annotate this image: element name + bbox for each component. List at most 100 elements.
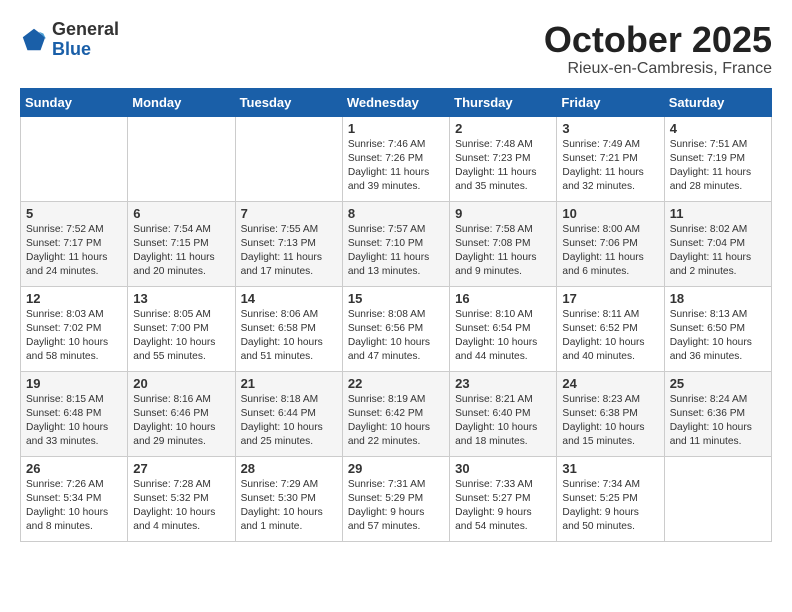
calendar-cell: 3 Sunrise: 7:49 AM Sunset: 7:21 PM Daylig… xyxy=(557,116,664,201)
day-info: Sunrise: 7:51 AM Sunset: 7:19 PM Dayligh… xyxy=(670,138,766,195)
day-number: 31 xyxy=(562,461,658,476)
calendar-table: Sunday Monday Tuesday Wednesday Thursday… xyxy=(20,88,772,542)
calendar-week-3: 12 Sunrise: 8:03 AM Sunset: 7:02 PM Dayli… xyxy=(21,286,772,371)
day-number: 17 xyxy=(562,291,658,306)
day-number: 1 xyxy=(348,121,444,136)
day-info: Sunrise: 7:55 AM Sunset: 7:13 PM Dayligh… xyxy=(241,223,337,280)
day-number: 18 xyxy=(670,291,766,306)
header-monday: Monday xyxy=(128,88,235,116)
day-info: Sunrise: 8:00 AM Sunset: 7:06 PM Dayligh… xyxy=(562,223,658,280)
calendar-cell: 26Sunrise: 7:26 AM Sunset: 5:34 PM Dayli… xyxy=(21,456,128,541)
calendar-cell: 21 Sunrise: 8:18 AM Sunset: 6:44 PM Dayli… xyxy=(235,371,342,456)
calendar-cell: 14Sunrise: 8:06 AM Sunset: 6:58 PM Dayli… xyxy=(235,286,342,371)
day-info: Sunrise: 8:19 AM Sunset: 6:42 PM Dayligh… xyxy=(348,393,444,450)
day-number: 7 xyxy=(241,206,337,221)
day-number: 10 xyxy=(562,206,658,221)
calendar-cell: 16 Sunrise: 8:10 AM Sunset: 6:54 PM Dayli… xyxy=(450,286,557,371)
day-number: 4 xyxy=(670,121,766,136)
calendar-header: Sunday Monday Tuesday Wednesday Thursday… xyxy=(21,88,772,116)
calendar-subtitle: Rieux-en-Cambresis, France xyxy=(544,60,772,78)
day-number: 3 xyxy=(562,121,658,136)
calendar-cell: 8Sunrise: 7:57 AM Sunset: 7:10 PM Daylig… xyxy=(342,201,449,286)
day-info: Sunrise: 7:34 AM Sunset: 5:25 PM Dayligh… xyxy=(562,478,658,535)
calendar-cell xyxy=(235,116,342,201)
day-info: Sunrise: 8:15 AM Sunset: 6:48 PM Dayligh… xyxy=(26,393,122,450)
day-number: 25 xyxy=(670,376,766,391)
day-number: 12 xyxy=(26,291,122,306)
day-info: Sunrise: 8:23 AM Sunset: 6:38 PM Dayligh… xyxy=(562,393,658,450)
calendar-body: 1 Sunrise: 7:46 AM Sunset: 7:26 PM Daylig… xyxy=(21,116,772,541)
calendar-week-1: 1 Sunrise: 7:46 AM Sunset: 7:26 PM Daylig… xyxy=(21,116,772,201)
calendar-cell: 18Sunrise: 8:13 AM Sunset: 6:50 PM Dayli… xyxy=(664,286,771,371)
day-info: Sunrise: 8:05 AM Sunset: 7:00 PM Dayligh… xyxy=(133,308,229,365)
day-info: Sunrise: 7:54 AM Sunset: 7:15 PM Dayligh… xyxy=(133,223,229,280)
day-number: 14 xyxy=(241,291,337,306)
day-info: Sunrise: 7:58 AM Sunset: 7:08 PM Dayligh… xyxy=(455,223,551,280)
day-info: Sunrise: 8:21 AM Sunset: 6:40 PM Dayligh… xyxy=(455,393,551,450)
logo-general-text: General xyxy=(52,20,119,40)
calendar-cell: 20 Sunrise: 8:16 AM Sunset: 6:46 PM Dayli… xyxy=(128,371,235,456)
calendar-cell: 13 Sunrise: 8:05 AM Sunset: 7:00 PM Dayli… xyxy=(128,286,235,371)
day-info: Sunrise: 8:18 AM Sunset: 6:44 PM Dayligh… xyxy=(241,393,337,450)
day-info: Sunrise: 8:08 AM Sunset: 6:56 PM Dayligh… xyxy=(348,308,444,365)
day-number: 26 xyxy=(26,461,122,476)
day-info: Sunrise: 7:46 AM Sunset: 7:26 PM Dayligh… xyxy=(348,138,444,195)
calendar-cell xyxy=(128,116,235,201)
page-header: General Blue October 2025 Rieux-en-Cambr… xyxy=(20,20,772,78)
calendar-cell: 25Sunrise: 8:24 AM Sunset: 6:36 PM Dayli… xyxy=(664,371,771,456)
day-info: Sunrise: 7:52 AM Sunset: 7:17 PM Dayligh… xyxy=(26,223,122,280)
day-info: Sunrise: 8:16 AM Sunset: 6:46 PM Dayligh… xyxy=(133,393,229,450)
calendar-title: October 2025 xyxy=(544,20,772,60)
header-friday: Friday xyxy=(557,88,664,116)
day-number: 23 xyxy=(455,376,551,391)
day-number: 9 xyxy=(455,206,551,221)
calendar-week-2: 5 Sunrise: 7:52 AM Sunset: 7:17 PM Daylig… xyxy=(21,201,772,286)
day-number: 16 xyxy=(455,291,551,306)
calendar-cell: 4 Sunrise: 7:51 AM Sunset: 7:19 PM Daylig… xyxy=(664,116,771,201)
day-number: 30 xyxy=(455,461,551,476)
logo-icon xyxy=(20,26,48,54)
day-number: 6 xyxy=(133,206,229,221)
day-number: 21 xyxy=(241,376,337,391)
day-info: Sunrise: 8:11 AM Sunset: 6:52 PM Dayligh… xyxy=(562,308,658,365)
day-info: Sunrise: 7:49 AM Sunset: 7:21 PM Dayligh… xyxy=(562,138,658,195)
header-row: Sunday Monday Tuesday Wednesday Thursday… xyxy=(21,88,772,116)
header-saturday: Saturday xyxy=(664,88,771,116)
header-thursday: Thursday xyxy=(450,88,557,116)
calendar-cell: 15 Sunrise: 8:08 AM Sunset: 6:56 PM Dayli… xyxy=(342,286,449,371)
day-info: Sunrise: 7:31 AM Sunset: 5:29 PM Dayligh… xyxy=(348,478,444,535)
calendar-cell xyxy=(21,116,128,201)
day-number: 2 xyxy=(455,121,551,136)
logo-blue-text: Blue xyxy=(52,40,119,60)
day-info: Sunrise: 8:10 AM Sunset: 6:54 PM Dayligh… xyxy=(455,308,551,365)
calendar-cell: 27Sunrise: 7:28 AM Sunset: 5:32 PM Dayli… xyxy=(128,456,235,541)
day-number: 11 xyxy=(670,206,766,221)
day-info: Sunrise: 8:03 AM Sunset: 7:02 PM Dayligh… xyxy=(26,308,122,365)
calendar-cell: 22Sunrise: 8:19 AM Sunset: 6:42 PM Dayli… xyxy=(342,371,449,456)
header-sunday: Sunday xyxy=(21,88,128,116)
day-number: 19 xyxy=(26,376,122,391)
day-info: Sunrise: 8:02 AM Sunset: 7:04 PM Dayligh… xyxy=(670,223,766,280)
day-number: 13 xyxy=(133,291,229,306)
header-wednesday: Wednesday xyxy=(342,88,449,116)
calendar-cell: 2 Sunrise: 7:48 AM Sunset: 7:23 PM Daylig… xyxy=(450,116,557,201)
day-number: 20 xyxy=(133,376,229,391)
day-info: Sunrise: 7:33 AM Sunset: 5:27 PM Dayligh… xyxy=(455,478,551,535)
day-info: Sunrise: 7:29 AM Sunset: 5:30 PM Dayligh… xyxy=(241,478,337,535)
calendar-cell: 1 Sunrise: 7:46 AM Sunset: 7:26 PM Daylig… xyxy=(342,116,449,201)
day-number: 29 xyxy=(348,461,444,476)
day-info: Sunrise: 7:48 AM Sunset: 7:23 PM Dayligh… xyxy=(455,138,551,195)
calendar-week-4: 19 Sunrise: 8:15 AM Sunset: 6:48 PM Dayli… xyxy=(21,371,772,456)
calendar-week-5: 26Sunrise: 7:26 AM Sunset: 5:34 PM Dayli… xyxy=(21,456,772,541)
day-number: 15 xyxy=(348,291,444,306)
calendar-cell: 9 Sunrise: 7:58 AM Sunset: 7:08 PM Daylig… xyxy=(450,201,557,286)
calendar-cell: 12 Sunrise: 8:03 AM Sunset: 7:02 PM Dayli… xyxy=(21,286,128,371)
calendar-cell: 5 Sunrise: 7:52 AM Sunset: 7:17 PM Daylig… xyxy=(21,201,128,286)
calendar-cell: 6 Sunrise: 7:54 AM Sunset: 7:15 PM Daylig… xyxy=(128,201,235,286)
calendar-cell: 31 Sunrise: 7:34 AM Sunset: 5:25 PM Dayli… xyxy=(557,456,664,541)
day-info: Sunrise: 7:57 AM Sunset: 7:10 PM Dayligh… xyxy=(348,223,444,280)
calendar-cell: 17 Sunrise: 8:11 AM Sunset: 6:52 PM Dayli… xyxy=(557,286,664,371)
calendar-cell: 11 Sunrise: 8:02 AM Sunset: 7:04 PM Dayli… xyxy=(664,201,771,286)
day-number: 5 xyxy=(26,206,122,221)
title-block: October 2025 Rieux-en-Cambresis, France xyxy=(544,20,772,78)
